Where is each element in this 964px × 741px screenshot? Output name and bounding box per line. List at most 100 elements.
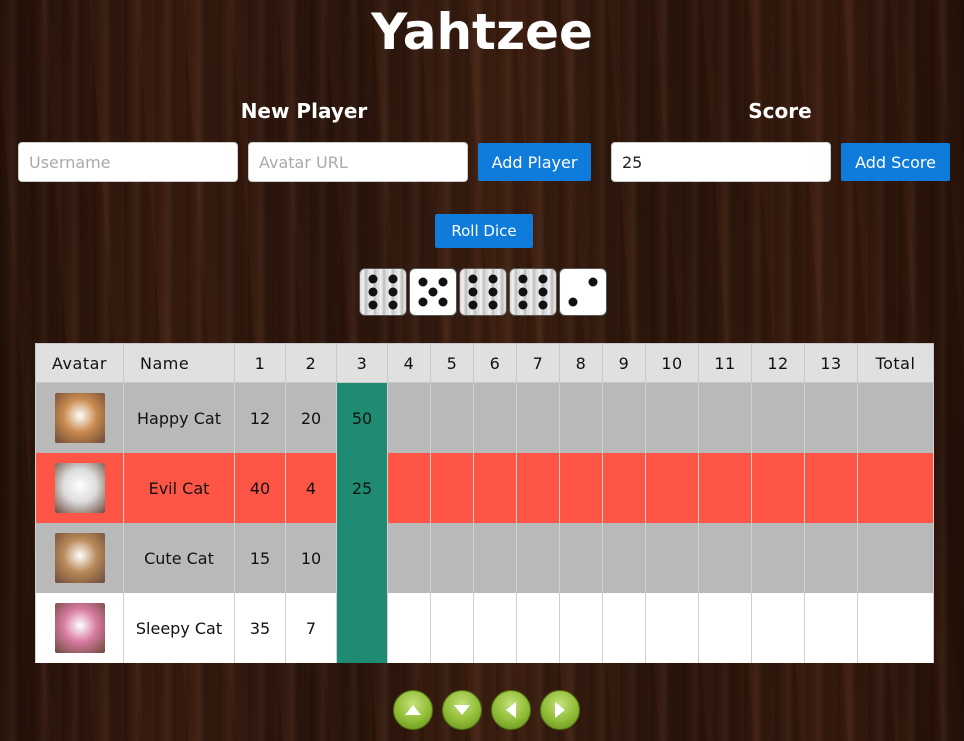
score-cell (430, 382, 474, 453)
score-cell (751, 453, 805, 523)
avatar (54, 603, 105, 653)
score-cell (804, 453, 858, 523)
player-row: Happy Cat 12 20 50 (35, 382, 934, 453)
die-pip (388, 287, 398, 297)
die-pip (438, 277, 448, 287)
score-cell: 15 (234, 523, 286, 593)
column-header: 12 (751, 343, 805, 383)
score-cell (430, 453, 474, 523)
die-pip (488, 287, 498, 297)
roll-dice-button[interactable]: Roll Dice (435, 214, 533, 248)
die-pip (518, 287, 528, 297)
die-1[interactable] (359, 268, 407, 316)
score-heading: Score (748, 99, 812, 123)
arrow-down-icon (454, 705, 470, 715)
avatar-cell (35, 523, 124, 593)
score-cell (516, 382, 560, 453)
column-header: 7 (516, 343, 560, 383)
die-pip (468, 287, 478, 297)
score-cell (645, 382, 699, 453)
score-cell (645, 453, 699, 523)
avatar-url-input[interactable] (248, 142, 468, 182)
table-header-row: Avatar Name 1 2 3 4 5 6 7 8 9 10 11 12 13 Total (35, 343, 934, 383)
score-cell (387, 453, 431, 523)
player-row: Cute Cat 15 10 (35, 523, 934, 593)
total-cell (857, 523, 934, 593)
avatar-cell (35, 453, 124, 523)
score-cell (602, 523, 646, 593)
die-pip (538, 274, 548, 284)
arrow-left-button[interactable] (491, 690, 531, 730)
avatar (54, 463, 105, 513)
score-cell: 4 (285, 453, 337, 523)
avatar-cell (35, 593, 124, 663)
add-score-button[interactable]: Add Score (841, 143, 950, 181)
score-cell (516, 453, 560, 523)
score-cell (473, 382, 517, 453)
die-5[interactable] (559, 268, 607, 316)
die-pip (368, 287, 378, 297)
column-header: 13 (804, 343, 858, 383)
die-3[interactable] (459, 268, 507, 316)
score-cell (473, 453, 517, 523)
column-header: Avatar (35, 343, 124, 383)
score-cell (473, 523, 517, 593)
new-player-heading: New Player (240, 99, 368, 123)
score-cell (645, 523, 699, 593)
column-header: Total (857, 343, 934, 383)
arrow-up-icon (405, 705, 421, 715)
avatar (54, 533, 105, 583)
die-pip (388, 274, 398, 284)
arrow-down-button[interactable] (442, 690, 482, 730)
arrow-right-icon (555, 702, 565, 718)
column-header: 4 (387, 343, 431, 383)
column-header: 1 (234, 343, 286, 383)
player-row: Sleepy Cat 35 7 (35, 593, 934, 663)
score-cell: 40 (234, 453, 286, 523)
column-header: 6 (473, 343, 517, 383)
score-cell (559, 382, 603, 453)
score-cell (804, 382, 858, 453)
page-title: Yahtzee (371, 3, 593, 61)
die-4[interactable] (509, 268, 557, 316)
avatar (54, 393, 105, 443)
die-pip (518, 274, 528, 284)
score-cell: 10 (285, 523, 337, 593)
score-cell (751, 382, 805, 453)
die-pip (518, 300, 528, 310)
score-cell (698, 523, 752, 593)
score-cell (698, 593, 752, 663)
arrow-up-button[interactable] (393, 690, 433, 730)
score-cell (473, 593, 517, 663)
total-cell (857, 453, 934, 523)
die-pip (428, 287, 438, 297)
score-cell (516, 593, 560, 663)
score-cell (751, 593, 805, 663)
navigation-controls (393, 690, 580, 730)
score-cell: 25 (336, 453, 388, 523)
avatar-cell (35, 382, 124, 453)
score-cell (336, 593, 388, 663)
add-player-button[interactable]: Add Player (478, 143, 591, 181)
column-header: 5 (430, 343, 474, 383)
player-name: Sleepy Cat (123, 593, 235, 663)
username-input[interactable] (18, 142, 238, 182)
column-header: 9 (602, 343, 646, 383)
die-pip (488, 300, 498, 310)
die-pip (538, 300, 548, 310)
score-cell (804, 523, 858, 593)
score-cell: 35 (234, 593, 286, 663)
die-pip (568, 297, 578, 307)
player-name: Evil Cat (123, 453, 235, 523)
die-2[interactable] (409, 268, 457, 316)
column-header: 2 (285, 343, 337, 383)
column-header: Name (123, 343, 235, 383)
arrow-right-button[interactable] (540, 690, 580, 730)
score-cell (387, 382, 431, 453)
score-input[interactable] (611, 142, 831, 182)
die-pip (468, 274, 478, 284)
die-pip (488, 274, 498, 284)
score-cell (698, 453, 752, 523)
score-cell (430, 593, 474, 663)
player-row: Evil Cat 40 4 25 (35, 453, 934, 523)
